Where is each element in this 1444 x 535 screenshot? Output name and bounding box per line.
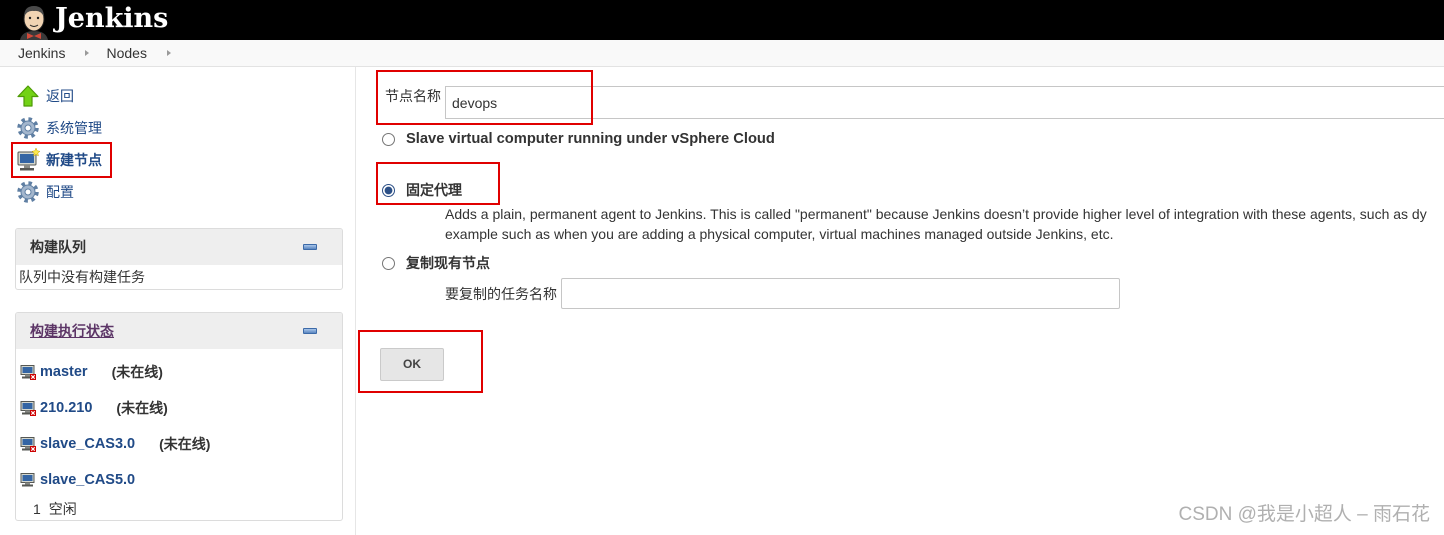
jenkins-butler-icon[interactable]: [16, 2, 52, 40]
breadcrumb-arrow-icon[interactable]: [166, 50, 171, 56]
node-row-210-210: 210.210 (未在线): [16, 390, 342, 426]
task-new-node-label[interactable]: 新建节点: [46, 144, 102, 176]
radio-vsphere-cloud-label[interactable]: Slave virtual computer running under vSp…: [406, 129, 775, 149]
watermark: CSDN @我是小超人 – 雨石花: [1178, 504, 1430, 525]
task-back-label[interactable]: 返回: [46, 80, 74, 112]
radio-permanent-agent[interactable]: [382, 184, 395, 197]
build-queue-title: 构建队列: [30, 239, 86, 255]
radio-copy-existing-node-label[interactable]: 复制现有节点: [406, 253, 490, 273]
node-row-slave-cas3: slave_CAS3.0 (未在线): [16, 426, 342, 462]
computer-offline-icon: [20, 436, 36, 452]
node-name-label: 节点名称: [385, 88, 441, 104]
node-link-master[interactable]: master: [40, 364, 88, 380]
app-title[interactable]: Jenkins: [55, 0, 168, 40]
executor-status-panel: 构建执行状态 master (未在线) 210.210 (未在线) slave_…: [15, 312, 343, 521]
breadcrumb-arrow-icon[interactable]: [85, 50, 90, 56]
node-name-input[interactable]: [445, 86, 1444, 119]
breadcrumb-item-jenkins[interactable]: Jenkins: [18, 45, 65, 61]
gear-icon: [16, 116, 40, 140]
build-queue-header: 构建队列: [16, 229, 342, 265]
node-link-210-210[interactable]: 210.210: [40, 400, 92, 416]
copy-from-label: 要复制的任务名称: [445, 286, 557, 302]
build-queue-empty-message: 队列中没有构建任务: [19, 269, 145, 285]
radio-permanent-agent-label[interactable]: 固定代理: [406, 180, 462, 200]
node-status: (未在线): [111, 364, 163, 380]
build-queue-panel: 构建队列 队列中没有构建任务: [15, 228, 343, 290]
computer-offline-icon: [20, 364, 36, 380]
task-back[interactable]: 返回: [0, 80, 340, 112]
task-configure[interactable]: 配置: [0, 176, 340, 208]
radio-vsphere-cloud[interactable]: [382, 133, 395, 146]
executor-row: 1 空闲: [16, 498, 342, 520]
computer-offline-icon: [20, 400, 36, 416]
node-status: (未在线): [159, 436, 211, 452]
node-link-slave-cas5[interactable]: slave_CAS5.0: [40, 472, 135, 488]
executor-list: master (未在线) 210.210 (未在线) slave_CAS3.0 …: [16, 349, 342, 520]
task-new-node[interactable]: 新建节点: [0, 144, 340, 176]
header-bar: Jenkins: [0, 0, 1444, 40]
ok-button[interactable]: OK: [380, 348, 444, 381]
computer-icon: [20, 472, 36, 488]
executor-status-title[interactable]: 构建执行状态: [30, 313, 114, 349]
task-manage-jenkins-label[interactable]: 系统管理: [46, 112, 102, 144]
copy-from-input[interactable]: [561, 278, 1120, 309]
executor-state: 空闲: [48, 501, 77, 517]
collapse-icon[interactable]: [303, 244, 317, 250]
executor-number: 1: [33, 501, 41, 517]
description-line: Adds a plain, permanent agent to Jenkins…: [445, 206, 1427, 222]
node-row-master: master (未在线): [16, 354, 342, 390]
up-arrow-icon: [16, 84, 40, 108]
task-configure-label[interactable]: 配置: [46, 176, 74, 208]
node-row-slave-cas5: slave_CAS5.0: [16, 462, 342, 498]
breadcrumb-item-nodes[interactable]: Nodes: [106, 45, 146, 61]
sidebar-divider: [355, 67, 356, 535]
node-link-slave-cas3[interactable]: slave_CAS3.0: [40, 436, 135, 452]
executor-status-header: 构建执行状态: [16, 313, 342, 349]
description-line: example such as when you are adding a ph…: [445, 225, 1114, 242]
radio-copy-existing-node[interactable]: [382, 257, 395, 270]
task-manage-jenkins[interactable]: 系统管理: [0, 112, 340, 144]
breadcrumb: Jenkins Nodes: [0, 40, 1444, 67]
gear-icon: [16, 180, 40, 204]
permanent-agent-description: Adds a plain, permanent agent to Jenkins…: [445, 205, 1444, 244]
node-status: (未在线): [116, 400, 168, 416]
new-computer-icon: [16, 148, 40, 172]
collapse-icon[interactable]: [303, 328, 317, 334]
